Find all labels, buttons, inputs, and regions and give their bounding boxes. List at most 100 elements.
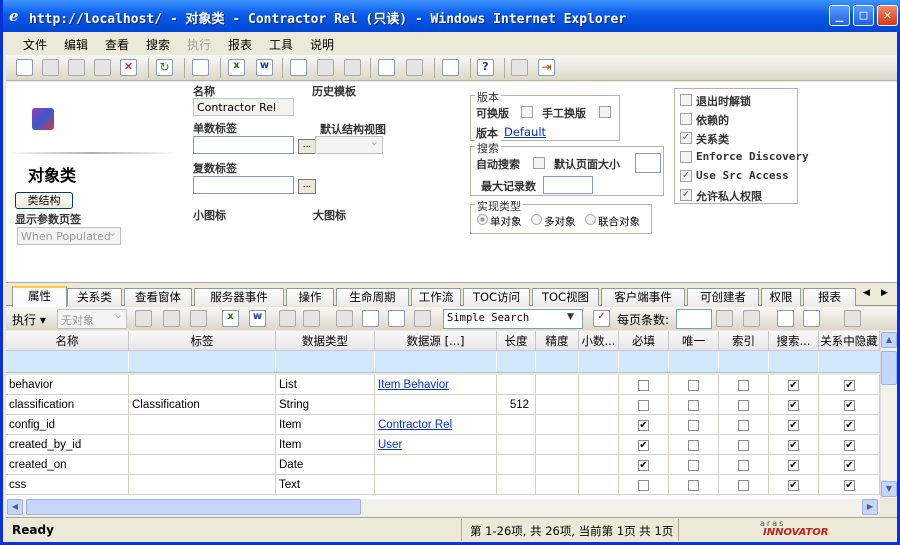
- singular-field[interactable]: [193, 136, 294, 154]
- pin-icon[interactable]: [511, 59, 528, 76]
- col-header[interactable]: 小数...: [579, 331, 619, 351]
- clear-search-icon[interactable]: [388, 310, 405, 327]
- required-checkbox[interactable]: [638, 380, 649, 391]
- menu-file[interactable]: 文件: [23, 36, 47, 53]
- cell-unique-checkbox[interactable]: [669, 435, 719, 455]
- menu-reports[interactable]: 报表: [228, 36, 252, 53]
- searchable-checkbox[interactable]: ✔: [788, 460, 799, 471]
- enforce-discovery-checkbox[interactable]: [680, 151, 692, 163]
- cell-required-checkbox[interactable]: [619, 395, 669, 415]
- save-icon[interactable]: [94, 59, 111, 76]
- cell-label[interactable]: [129, 435, 276, 455]
- cell-hidden-in-rel-checkbox[interactable]: ✔: [819, 395, 880, 415]
- cell-label[interactable]: Classification: [129, 395, 276, 415]
- cell-precision[interactable]: [536, 435, 579, 455]
- pick-icon[interactable]: [163, 310, 180, 327]
- find-icon[interactable]: [362, 310, 379, 327]
- promote-icon[interactable]: [378, 59, 395, 76]
- searchable-checkbox[interactable]: ✔: [788, 420, 799, 431]
- name-field[interactable]: Contractor Rel: [193, 98, 294, 116]
- refresh-icon[interactable]: ↻: [156, 59, 173, 76]
- unlock-icon[interactable]: [317, 59, 334, 76]
- maximize-button[interactable]: □: [853, 5, 874, 26]
- view-icon[interactable]: [42, 59, 59, 76]
- tab-scroll-right-icon[interactable]: ▶: [881, 288, 888, 298]
- indexed-checkbox[interactable]: [738, 460, 749, 471]
- hidden-in-rel-checkbox[interactable]: ✔: [844, 460, 855, 471]
- unique-checkbox[interactable]: [688, 420, 699, 431]
- cell-data-type[interactable]: Item: [276, 435, 375, 455]
- cell-data-source[interactable]: [375, 455, 497, 475]
- tab-toc-view[interactable]: TOC视图: [532, 288, 599, 306]
- cell-data-source-text[interactable]: Item Behavior: [378, 379, 449, 391]
- unique-checkbox[interactable]: [688, 460, 699, 471]
- required-checkbox[interactable]: [638, 480, 649, 491]
- hidden-in-rel-checkbox[interactable]: ✔: [844, 400, 855, 411]
- tab-toc-access[interactable]: TOC访问: [463, 288, 530, 306]
- tab-life-cycle[interactable]: 生命周期: [336, 288, 409, 306]
- hidden-in-rel-checkbox[interactable]: ✔: [844, 380, 855, 391]
- grid-lock-icon[interactable]: [279, 310, 296, 327]
- hidden-in-rel-checkbox[interactable]: ✔: [844, 420, 855, 431]
- hidden-in-rel-checkbox[interactable]: ✔: [844, 440, 855, 451]
- cell-length[interactable]: [497, 455, 536, 475]
- previous-page-icon[interactable]: [716, 310, 733, 327]
- cell-unique-checkbox[interactable]: [669, 395, 719, 415]
- cell-data-type[interactable]: Date: [276, 455, 375, 475]
- new-row-icon[interactable]: [135, 310, 152, 327]
- help-icon[interactable]: ?: [477, 59, 494, 76]
- h-scroll-thumb[interactable]: [26, 499, 361, 515]
- use-src-access-checkbox[interactable]: ✓: [680, 170, 692, 182]
- col-header[interactable]: 精度: [536, 331, 579, 351]
- grid-promote-icon[interactable]: [336, 310, 353, 327]
- single-object-radio[interactable]: [477, 214, 488, 225]
- table-row[interactable]: config_id Item Contractor Rel ✔ ✔ ✔: [6, 415, 880, 435]
- menu-edit[interactable]: 编辑: [64, 36, 88, 53]
- cell-scale[interactable]: [579, 455, 619, 475]
- allow-private-permission-checkbox[interactable]: ✓: [680, 189, 692, 201]
- col-header[interactable]: 关系中隐藏: [819, 331, 880, 351]
- search-filter-row[interactable]: [6, 351, 880, 373]
- cell-unique-checkbox[interactable]: [669, 475, 719, 495]
- cell-name[interactable]: created_on: [6, 455, 129, 475]
- open-icon[interactable]: [68, 59, 85, 76]
- next-page-icon[interactable]: [743, 310, 760, 327]
- cell-indexed-checkbox[interactable]: [719, 435, 769, 455]
- lock-icon[interactable]: [290, 59, 307, 76]
- cell-label[interactable]: [129, 415, 276, 435]
- scroll-left-icon[interactable]: ◀: [7, 499, 23, 515]
- cell-hidden-in-rel-checkbox[interactable]: ✔: [819, 375, 880, 395]
- grid-horizontal-scrollbar[interactable]: ◀ ▶: [6, 499, 880, 516]
- tab-relationship-types[interactable]: 关系类: [67, 288, 122, 306]
- tab-scroll-left-icon[interactable]: ◀: [863, 288, 870, 298]
- grid-unlock-icon[interactable]: [303, 310, 320, 327]
- tab-view-forms[interactable]: 查看窗体: [124, 288, 192, 306]
- indexed-checkbox[interactable]: [738, 480, 749, 491]
- unique-checkbox[interactable]: [688, 380, 699, 391]
- searchable-checkbox[interactable]: ✔: [788, 440, 799, 451]
- indexed-checkbox[interactable]: [738, 400, 749, 411]
- col-header[interactable]: 数据类型: [276, 331, 375, 351]
- default-structure-view-select[interactable]: [315, 135, 383, 154]
- dependent-checkbox[interactable]: [680, 113, 692, 125]
- singular-lang-button[interactable]: ...: [298, 139, 316, 154]
- minimize-button[interactable]: _: [829, 5, 850, 26]
- cell-data-source-text[interactable]: Contractor Rel: [378, 419, 452, 431]
- page-size-field[interactable]: [676, 309, 712, 329]
- cell-hidden-in-rel-checkbox[interactable]: ✔: [819, 475, 880, 495]
- tab-workflow[interactable]: 工作流: [411, 288, 461, 306]
- menu-search[interactable]: 搜索: [146, 36, 170, 53]
- cell-data-type[interactable]: Item: [276, 415, 375, 435]
- cell-data-source[interactable]: User: [375, 435, 497, 455]
- close-button[interactable]: ✕: [877, 5, 898, 26]
- required-checkbox[interactable]: [638, 400, 649, 411]
- cell-data-source[interactable]: [375, 475, 497, 495]
- hidden-in-rel-checkbox[interactable]: ✔: [844, 480, 855, 491]
- relationship-type-checkbox[interactable]: ✓: [680, 132, 692, 144]
- col-header[interactable]: 数据源 [...]: [375, 331, 497, 351]
- cell-scale[interactable]: [579, 395, 619, 415]
- cell-required-checkbox[interactable]: ✔: [619, 415, 669, 435]
- table-row[interactable]: classification Classification String 512 ✔ ✔: [6, 395, 880, 415]
- unique-checkbox[interactable]: [688, 400, 699, 411]
- versionable-checkbox[interactable]: [521, 106, 533, 118]
